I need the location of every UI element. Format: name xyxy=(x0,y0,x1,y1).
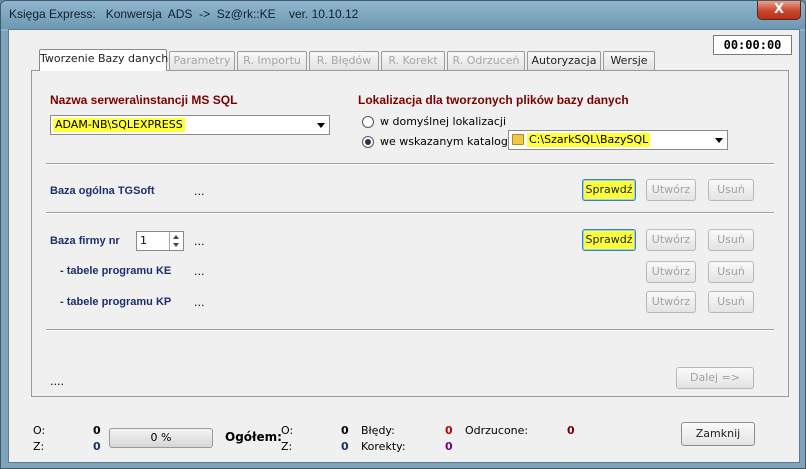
kp-tables-status: ... xyxy=(194,296,205,309)
window-title: Księga Express: Konwersja ADS -> Sz@rk::… xyxy=(9,7,359,21)
general-delete-button[interactable]: Usuń xyxy=(708,179,754,201)
kp-create-button[interactable]: Utwórz xyxy=(646,291,696,313)
tab-rejections-report[interactable]: R. Odrzuceń xyxy=(447,51,525,70)
next-button[interactable]: Dalej => xyxy=(676,367,754,389)
errors-label: Błędy: xyxy=(361,424,395,437)
rejected-label: Odrzucone: xyxy=(465,424,529,437)
corrections-value: 0 xyxy=(445,440,453,453)
tab-error-report[interactable]: R. Błędów xyxy=(309,51,379,70)
progress-bar: 0 % xyxy=(109,428,213,448)
location-path-value: C:\SzarkSQL\BazySQL xyxy=(527,133,651,147)
general-create-button[interactable]: Utwórz xyxy=(646,179,696,201)
total-z-value: 0 xyxy=(341,440,349,453)
client-area: 00:00:00 Tworzenie Bazy danych Parametry… xyxy=(8,29,800,463)
radio-default-location[interactable] xyxy=(362,116,374,128)
o-value: 0 xyxy=(93,424,101,437)
tab-panel: Nazwa serwera\instancji MS SQL ADAM-NB\S… xyxy=(31,70,789,397)
o-label: O: xyxy=(33,424,46,437)
company-delete-button[interactable]: Usuń xyxy=(708,229,754,251)
company-db-status: ... xyxy=(194,235,205,248)
kp-tables-label: - tabele programu KP xyxy=(60,296,172,308)
total-o-label: O: xyxy=(281,424,294,437)
z-value: 0 xyxy=(93,440,101,453)
chevron-up-icon[interactable] xyxy=(173,235,179,239)
location-label: Lokalizacja dla tworzonych plików bazy d… xyxy=(358,93,629,107)
general-db-label: Baza ogólna TGSoft xyxy=(50,185,155,197)
company-number-value: 1 xyxy=(140,234,147,247)
general-check-button[interactable]: Sprawdź xyxy=(582,179,636,201)
tab-versions[interactable]: Wersje xyxy=(603,51,655,70)
total-label: Ogółem: xyxy=(225,430,282,444)
company-db-label: Baza firmy nr xyxy=(50,235,120,247)
total-o-value: 0 xyxy=(341,424,349,437)
radio-custom-location-label[interactable]: we wskazanym katalogu: xyxy=(380,135,519,148)
ke-delete-button[interactable]: Usuń xyxy=(708,261,754,283)
stepper-buttons xyxy=(169,232,183,250)
z-label: Z: xyxy=(33,440,45,453)
kp-delete-button[interactable]: Usuń xyxy=(708,291,754,313)
folder-icon xyxy=(512,134,524,145)
separator xyxy=(46,212,774,214)
rejected-value: 0 xyxy=(567,424,575,437)
separator xyxy=(46,163,774,165)
location-path-combobox[interactable]: C:\SzarkSQL\BazySQL xyxy=(508,130,728,150)
corrections-label: Korekty: xyxy=(361,440,406,453)
tab-create-database[interactable]: Tworzenie Bazy danych xyxy=(39,49,168,71)
company-number-stepper[interactable]: 1 xyxy=(136,231,184,251)
tab-parameters[interactable]: Parametry xyxy=(169,51,235,70)
close-button[interactable]: Zamknij xyxy=(681,422,755,446)
ke-create-button[interactable]: Utwórz xyxy=(646,261,696,283)
app-window: Księga Express: Konwersja ADS -> Sz@rk::… xyxy=(0,0,806,469)
server-combobox[interactable]: ADAM-NB\SQLEXPRESS xyxy=(50,115,330,135)
server-label: Nazwa serwera\instancji MS SQL xyxy=(50,93,238,107)
tab-corrections-report[interactable]: R. Korekt xyxy=(381,51,445,70)
ke-tables-label: - tabele programu KE xyxy=(60,265,172,277)
chevron-down-icon[interactable] xyxy=(173,243,179,247)
total-z-label: Z: xyxy=(281,440,293,453)
window-close-button[interactable]: X xyxy=(757,1,801,20)
tab-authorization[interactable]: Autoryzacja xyxy=(527,51,601,70)
general-db-status: ... xyxy=(194,185,205,198)
separator xyxy=(46,329,774,331)
radio-custom-location[interactable] xyxy=(362,136,374,148)
radio-default-location-label[interactable]: w domyślnej lokalizacji xyxy=(380,115,506,128)
company-create-button[interactable]: Utwórz xyxy=(646,229,696,251)
company-check-button[interactable]: Sprawdź xyxy=(582,229,636,251)
footer-status: .... xyxy=(50,375,64,388)
chevron-down-icon[interactable] xyxy=(715,138,723,143)
server-value: ADAM-NB\SQLEXPRESS xyxy=(53,118,185,132)
chevron-down-icon[interactable] xyxy=(317,123,325,128)
title-bar[interactable]: Księga Express: Konwersja ADS -> Sz@rk::… xyxy=(1,1,805,29)
elapsed-timer: 00:00:00 xyxy=(713,35,792,55)
tab-import-report[interactable]: R. Importu xyxy=(237,51,307,70)
errors-value: 0 xyxy=(445,424,453,437)
ke-tables-status: ... xyxy=(194,265,205,278)
